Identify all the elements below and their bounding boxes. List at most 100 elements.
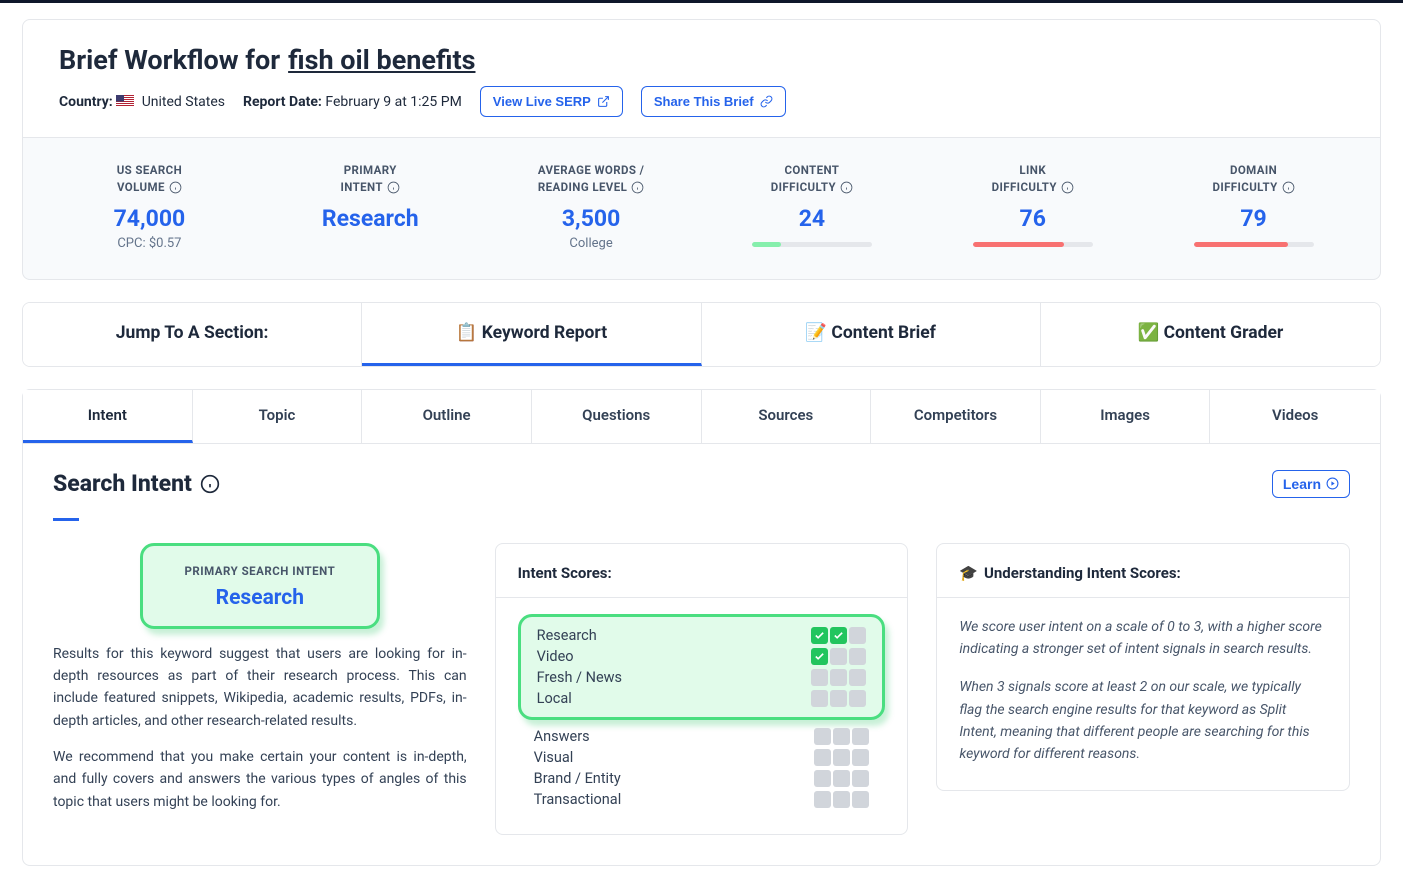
info-icon [1061,181,1074,194]
info-icon [1282,181,1295,194]
content-wrap: IntentTopicOutlineQuestionsSourcesCompet… [22,389,1381,866]
us-flag-icon [116,95,134,107]
jump-to-label: Jump To A Section: [23,303,362,366]
primary-intent-value: Research [153,586,367,610]
score-box-empty [833,791,850,808]
intent-scores-panel: Intent Scores: ResearchVideoFresh / News… [495,543,909,835]
understanding-para-2: When 3 signals score at least 2 on our s… [959,676,1327,766]
score-box-empty [811,669,828,686]
score-box-empty [814,770,831,787]
info-icon [631,181,644,194]
intent-score-label: Brand / Entity [534,770,621,787]
title-underline [53,518,79,521]
intent-score-boxes [811,690,866,707]
header-card: Brief Workflow for fish oil benefits Cou… [22,19,1381,138]
metric-words: AVERAGE WORDS / READING LEVEL 3,500 Coll… [489,162,694,251]
score-box-empty [830,690,847,707]
tab-topic[interactable]: Topic [193,390,363,443]
section-nav-item[interactable]: ✅ Content Grader [1041,303,1380,366]
words-sub: College [489,236,694,251]
score-box-empty [811,690,828,707]
intent-score-label: Answers [534,728,590,745]
intent-score-label: Research [537,627,597,644]
intent-score-boxes [811,669,866,686]
score-box-empty [830,669,847,686]
intent-score-label: Transactional [534,791,622,808]
score-box-empty [830,648,847,665]
intent-score-row: Local [531,688,873,709]
intent-value: Research [268,205,473,232]
domain-diff-value: 79 [1151,205,1356,232]
metrics-card: US SEARCH VOLUME 74,000 CPC: $0.57 PRIMA… [22,138,1381,280]
tab-images[interactable]: Images [1041,390,1211,443]
tab-sources[interactable]: Sources [702,390,872,443]
report-date-label: Report Date: [243,94,322,110]
info-icon [169,181,182,194]
page-title: Brief Workflow for fish oil benefits [59,44,1344,76]
intent-scores-highlight: Research Video Fresh / NewsLocal [518,614,886,720]
score-box-empty [849,690,866,707]
title-prefix: Brief Workflow for [59,44,280,76]
score-box-empty [849,669,866,686]
score-box-empty [814,749,831,766]
section-nav-item[interactable]: 📋 Keyword Report [362,303,701,366]
link-icon [760,95,773,108]
score-box-filled [811,627,828,644]
intent-score-boxes [811,648,866,665]
metric-volume: US SEARCH VOLUME 74,000 CPC: $0.57 [47,162,252,251]
volume-value: 74,000 [47,205,252,232]
score-box-empty [852,728,869,745]
score-box-empty [814,791,831,808]
info-icon [387,181,400,194]
learn-button[interactable]: Learn [1272,470,1350,498]
country-label: Country: [59,94,113,110]
domain-diff-bar [1194,242,1314,247]
score-box-empty [833,749,850,766]
intent-score-label: Video [537,648,574,665]
words-value: 3,500 [489,205,694,232]
tab-competitors[interactable]: Competitors [871,390,1041,443]
intent-score-row: Brand / Entity [518,768,886,789]
score-box-empty [852,791,869,808]
intent-score-row: Transactional [518,789,886,810]
volume-sub: CPC: $0.57 [47,236,252,251]
tab-intent[interactable]: Intent [23,390,193,443]
section-nav-item[interactable]: 📝 Content Brief [702,303,1041,366]
intent-score-boxes [811,627,866,644]
graduation-cap-icon: 🎓 [959,564,978,582]
section-title: Search Intent [53,470,220,497]
intent-para-2: We recommend that you make certain your … [53,746,467,813]
intent-score-boxes [814,770,869,787]
tab-videos[interactable]: Videos [1210,390,1380,443]
primary-intent-label: PRIMARY SEARCH INTENT [153,564,367,578]
score-box-filled [811,648,828,665]
intent-score-boxes [814,728,869,745]
score-box-empty [849,648,866,665]
metric-content-difficulty: CONTENT DIFFICULTY 24 [709,162,914,251]
score-box-empty [849,627,866,644]
tab-questions[interactable]: Questions [532,390,702,443]
intent-score-boxes [814,749,869,766]
content-diff-bar [752,242,872,247]
intent-score-row: Fresh / News [531,667,873,688]
metric-intent: PRIMARY INTENT Research [268,162,473,251]
metric-link-difficulty: LINK DIFFICULTY 76 [930,162,1135,251]
country-block: Country: United States [59,94,225,110]
share-brief-button[interactable]: Share This Brief [641,86,786,117]
score-box-empty [814,728,831,745]
section-nav: Jump To A Section: 📋 Keyword Report📝 Con… [22,302,1381,367]
score-box-empty [852,770,869,787]
intent-para-1: Results for this keyword suggest that us… [53,643,467,733]
score-box-empty [852,749,869,766]
link-diff-bar [973,242,1093,247]
info-icon [200,474,220,494]
view-live-serp-button[interactable]: View Live SERP [480,86,623,117]
intent-score-boxes [814,791,869,808]
tab-outline[interactable]: Outline [362,390,532,443]
info-icon [840,181,853,194]
share-label: Share This Brief [654,94,754,109]
external-link-icon [597,95,610,108]
score-box-empty [833,728,850,745]
learn-label: Learn [1283,476,1321,492]
intent-score-row: Visual [518,747,886,768]
